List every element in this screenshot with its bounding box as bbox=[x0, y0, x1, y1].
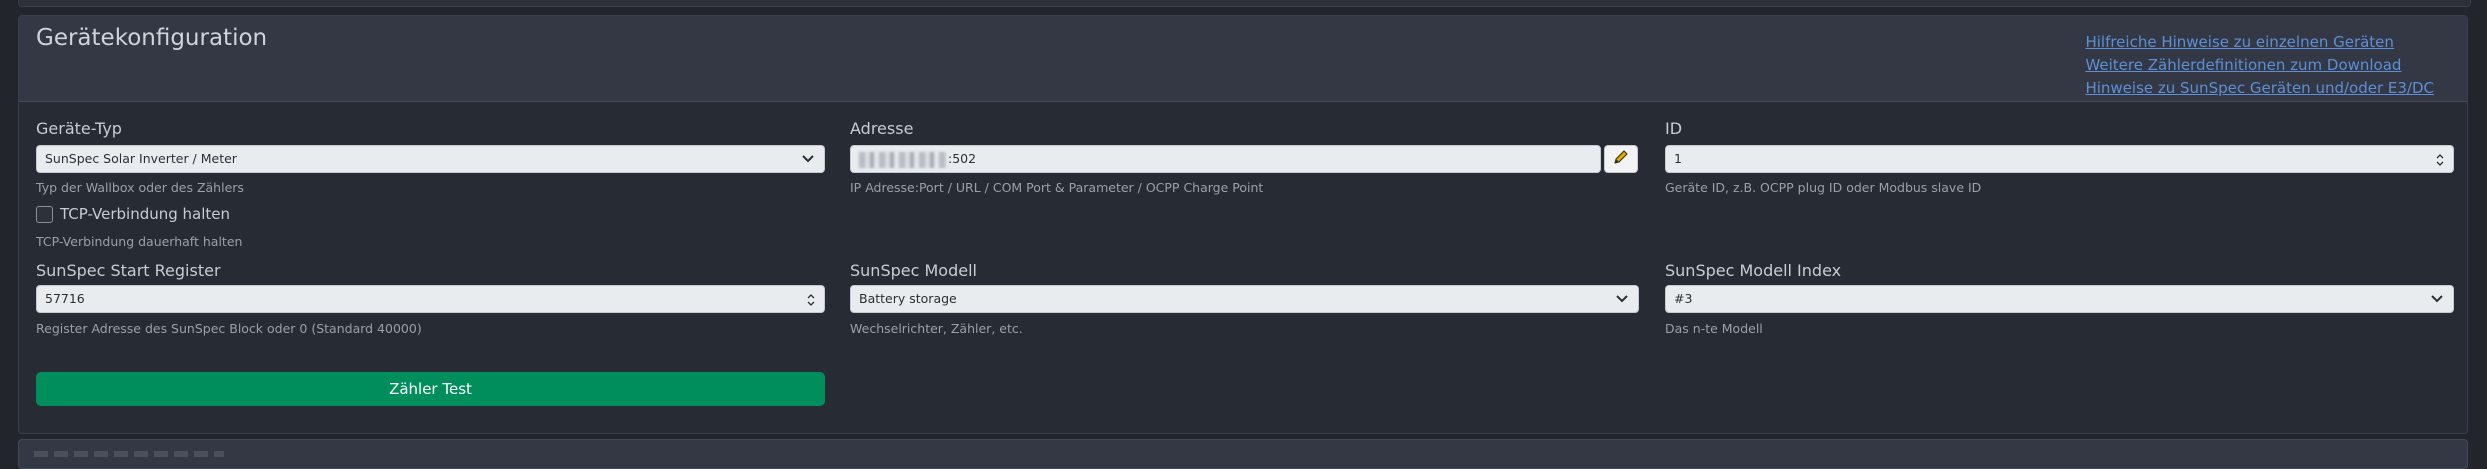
card-title: Gerätekonfiguration bbox=[36, 25, 268, 51]
id-label: ID bbox=[1665, 119, 1683, 138]
sunspec-model-value: Battery storage bbox=[859, 291, 957, 306]
chevron-down-icon bbox=[1616, 286, 1628, 312]
help-link-devices[interactable]: Hilfreiche Hinweise zu einzelnen Geräten bbox=[2085, 31, 2434, 54]
help-link-meter-downloads[interactable]: Weitere Zählerdefinitionen zum Download bbox=[2085, 54, 2434, 77]
sunspec-start-input[interactable]: 57716 bbox=[36, 285, 825, 313]
sunspec-index-label: SunSpec Modell Index bbox=[1665, 261, 1842, 280]
sunspec-start-value: 57716 bbox=[45, 291, 85, 306]
id-value: 1 bbox=[1674, 151, 1682, 166]
spinner-icon[interactable] bbox=[807, 291, 815, 307]
sunspec-index-select[interactable]: #3 bbox=[1665, 285, 2454, 313]
sunspec-index-hint: Das n-te Modell bbox=[1665, 321, 1763, 336]
id-input[interactable]: 1 bbox=[1665, 145, 2454, 173]
next-card-title-peek bbox=[34, 451, 224, 457]
previous-card-edge bbox=[18, 0, 2471, 7]
sunspec-start-label: SunSpec Start Register bbox=[36, 261, 221, 280]
chevron-down-icon bbox=[2431, 286, 2443, 312]
device-type-select[interactable]: SunSpec Solar Inverter / Meter bbox=[36, 145, 825, 173]
sunspec-start-hint: Register Adresse des SunSpec Block oder … bbox=[36, 321, 422, 336]
sunspec-index-value: #3 bbox=[1674, 291, 1693, 306]
chevron-down-icon bbox=[802, 146, 814, 172]
address-hint: IP Adresse:Port / URL / COM Port & Param… bbox=[850, 180, 1264, 195]
device-type-label: Geräte-Typ bbox=[36, 119, 122, 138]
pencil-icon bbox=[1612, 148, 1630, 170]
next-card-edge bbox=[18, 439, 2468, 469]
sunspec-model-label: SunSpec Modell bbox=[850, 261, 977, 280]
tcp-keepalive-label: TCP-Verbindung halten bbox=[60, 205, 231, 223]
meter-test-button[interactable]: Zähler Test bbox=[36, 372, 825, 406]
spinner-icon[interactable] bbox=[2436, 151, 2444, 167]
address-port: :502 bbox=[948, 151, 977, 166]
id-hint: Geräte ID, z.B. OCPP plug ID oder Modbus… bbox=[1665, 180, 1982, 195]
card-header: Gerätekonfiguration Hilfreiche Hinweise … bbox=[19, 16, 2467, 102]
help-link-sunspec[interactable]: Hinweise zu SunSpec Geräten und/oder E3/… bbox=[2085, 77, 2434, 100]
device-type-hint: Typ der Wallbox oder des Zählers bbox=[36, 180, 244, 195]
tcp-keepalive-hint: TCP-Verbindung dauerhaft halten bbox=[36, 234, 243, 249]
sunspec-model-hint: Wechselrichter, Zähler, etc. bbox=[850, 321, 1023, 336]
address-input[interactable]: :502 bbox=[850, 145, 1601, 173]
edit-address-button[interactable] bbox=[1604, 145, 1638, 173]
address-label: Adresse bbox=[850, 119, 914, 138]
sunspec-model-select[interactable]: Battery storage bbox=[850, 285, 1639, 313]
redacted-address bbox=[859, 151, 947, 168]
tcp-keepalive-checkbox[interactable] bbox=[36, 206, 53, 223]
help-links: Hilfreiche Hinweise zu einzelnen Geräten… bbox=[2085, 31, 2434, 100]
device-type-value: SunSpec Solar Inverter / Meter bbox=[45, 151, 237, 166]
